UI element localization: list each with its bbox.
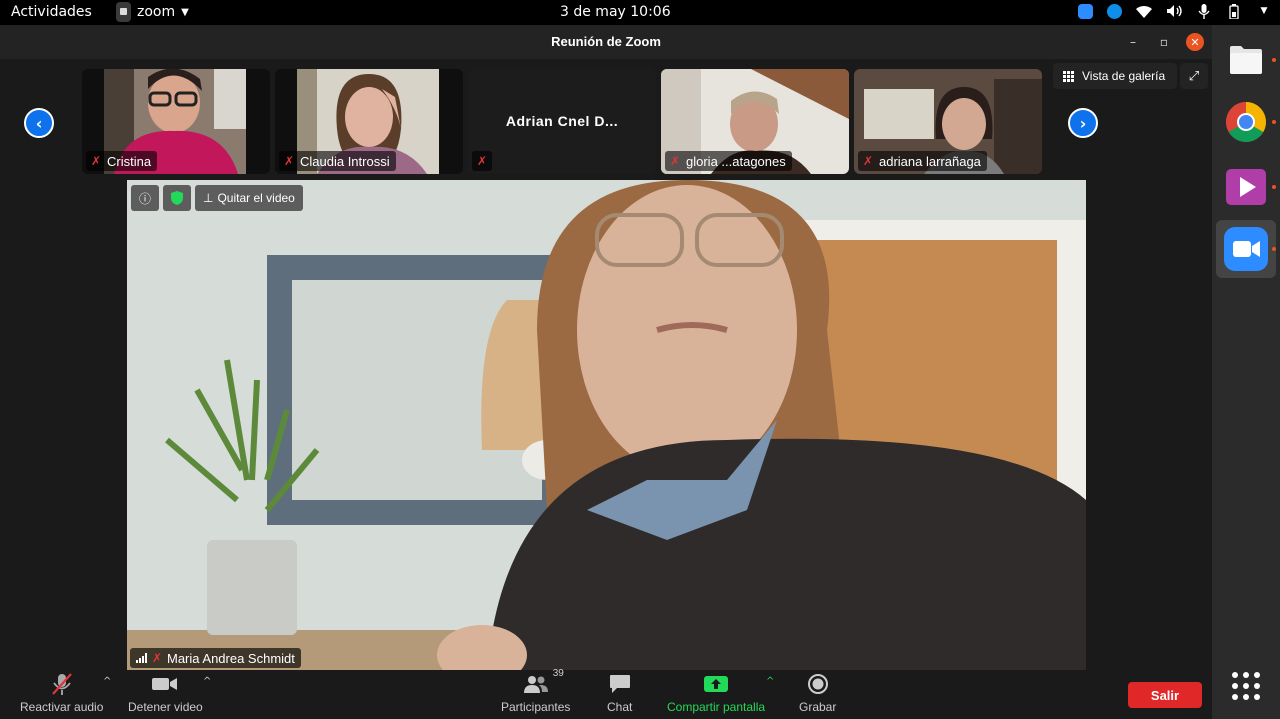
signal-strength-icon (136, 653, 147, 663)
participant-name-label: ✗ Cristina (86, 151, 158, 171)
system-top-bar: Actividades zoom ▼ 3 de may 10:06 ▼ (0, 0, 1280, 25)
chat-label: Chat (607, 700, 633, 714)
participants-count: 39 (552, 668, 564, 679)
audio-options-caret[interactable]: ^ (103, 676, 111, 687)
unmute-audio-label: Reactivar audio (20, 700, 104, 714)
participant-name: Claudia Introssi (300, 153, 390, 169)
chevron-right-icon: › (1079, 113, 1087, 133)
muted-microphone-icon (51, 672, 73, 696)
unmute-audio-button[interactable]: Reactivar audio (20, 672, 103, 714)
stop-video-button[interactable]: Detener video (128, 672, 203, 714)
participant-name-label: ✗ adriana larrañaga (858, 151, 987, 171)
info-icon: ⓘ (139, 191, 152, 206)
caret-down-icon: ▼ (181, 6, 189, 18)
share-screen-label: Compartir pantalla (667, 700, 766, 714)
app-menu-label: zoom (137, 4, 176, 20)
participant-name-label: ✗ gloria ...atagones (665, 151, 792, 171)
microphone-icon[interactable] (1196, 3, 1212, 19)
unpin-label: Quitar el video (217, 191, 295, 205)
muted-microphone-icon: ✗ (669, 154, 681, 168)
fullscreen-button[interactable]: ⤢ (1180, 63, 1208, 89)
shield-icon (171, 191, 184, 205)
participant-thumbnail[interactable]: ✗ adriana larrañaga (854, 69, 1042, 174)
participant-name: adriana larrañaga (879, 153, 981, 169)
stop-video-label: Detener video (128, 700, 203, 714)
fullscreen-icon: ⤢ (1188, 68, 1200, 84)
participant-name-label: ✗ Claudia Introssi (279, 151, 396, 171)
info-button[interactable]: ⓘ (131, 185, 160, 211)
gallery-view-label: Vista de galería (1082, 69, 1166, 83)
chat-icon (609, 672, 631, 696)
chevron-left-icon: ‹ (35, 113, 43, 133)
files-icon[interactable] (1224, 38, 1268, 82)
zoom-tray-icon[interactable] (1078, 3, 1093, 19)
running-indicator (1272, 247, 1276, 251)
minimize-button[interactable]: – (1124, 33, 1142, 51)
record-button[interactable]: Grabar (799, 672, 836, 714)
speaker-name-label: ✗ Maria Andrea Schmidt (130, 648, 301, 668)
zoom-app-icon (116, 2, 131, 22)
video-controls: ⓘ ⊥ Quitar el video (131, 185, 303, 211)
volume-icon[interactable] (1166, 3, 1182, 19)
video-camera-icon (152, 672, 178, 696)
speaker-name: Maria Andrea Schmidt (167, 650, 295, 666)
participant-name: Adrian Cnel D... (505, 113, 619, 129)
record-icon (807, 672, 828, 696)
participants-icon: 39 (523, 668, 564, 696)
muted-microphone-icon: ✗ (862, 154, 874, 168)
show-apps-icon[interactable] (1232, 672, 1260, 700)
chat-button[interactable]: Chat (607, 672, 632, 714)
pin-icon: ⊥ (203, 191, 214, 205)
next-page-button[interactable]: › (1068, 108, 1098, 138)
speaker-video-frame (127, 180, 1086, 671)
share-options-caret[interactable]: ^ (766, 676, 774, 687)
participant-name: gloria ...atagones (686, 153, 786, 169)
muted-microphone-icon: ✗ (90, 154, 102, 168)
app-menu[interactable]: zoom ▼ (116, 2, 189, 22)
security-button[interactable] (163, 185, 192, 211)
participant-name: Cristina (107, 153, 152, 169)
window-titlebar[interactable]: Reunión de Zoom – ▫ ✕ (0, 25, 1212, 59)
caret-down-icon[interactable]: ▼ (1256, 3, 1272, 19)
system-tray[interactable]: ▼ (1078, 3, 1272, 19)
video-options-caret[interactable]: ^ (203, 676, 211, 687)
video-player-icon[interactable] (1224, 165, 1268, 209)
record-label: Grabar (799, 700, 837, 714)
battery-icon[interactable] (1226, 3, 1242, 19)
running-indicator (1272, 120, 1276, 124)
participant-thumbnail[interactable]: ✗ gloria ...atagones (661, 69, 849, 174)
participant-thumbnail[interactable]: ✗ Cristina (82, 69, 270, 174)
participant-thumbnail[interactable]: Adrian Cnel D... ✗ (468, 69, 656, 174)
teamviewer-icon[interactable] (1107, 3, 1122, 19)
clock[interactable]: 3 de may 10:06 (560, 4, 671, 20)
zoom-icon[interactable] (1224, 227, 1268, 271)
grid-icon (1063, 70, 1074, 82)
wifi-icon[interactable] (1136, 3, 1152, 19)
zoom-window: Reunión de Zoom – ▫ ✕ ‹ ✗ Cristina ✗ Cla… (0, 25, 1212, 719)
share-screen-button[interactable]: Compartir pantalla (667, 672, 765, 714)
restore-button[interactable]: ▫ (1155, 33, 1173, 51)
share-screen-icon (704, 672, 729, 696)
unpin-video-button[interactable]: ⊥ Quitar el video (195, 185, 303, 211)
close-button[interactable]: ✕ (1186, 33, 1204, 51)
muted-microphone-icon: ✗ (476, 154, 488, 168)
muted-microphone-icon: ✗ (283, 154, 295, 168)
activities-button[interactable]: Actividades (11, 4, 92, 20)
gallery-view-button[interactable]: Vista de galería (1053, 63, 1177, 89)
muted-microphone-icon: ✗ (151, 651, 163, 665)
participant-thumbnail[interactable]: ✗ Claudia Introssi (275, 69, 463, 174)
running-indicator (1272, 185, 1276, 189)
chrome-icon[interactable] (1224, 100, 1268, 144)
previous-page-button[interactable]: ‹ (24, 108, 54, 138)
participants-label: Participantes (501, 700, 571, 714)
leave-meeting-button[interactable]: Salir (1128, 682, 1202, 708)
meeting-toolbar: Reactivar audio ^ Detener video ^ 39 Par… (0, 668, 1212, 719)
running-indicator (1272, 58, 1276, 62)
window-title: Reunión de Zoom (551, 34, 661, 49)
participants-button[interactable]: 39 Participantes (501, 668, 571, 714)
ubuntu-dock (1212, 25, 1280, 719)
active-speaker-video: ⓘ ⊥ Quitar el video ✗ Maria Andrea Schmi… (127, 180, 1086, 671)
participant-name-label: ✗ (472, 151, 492, 171)
